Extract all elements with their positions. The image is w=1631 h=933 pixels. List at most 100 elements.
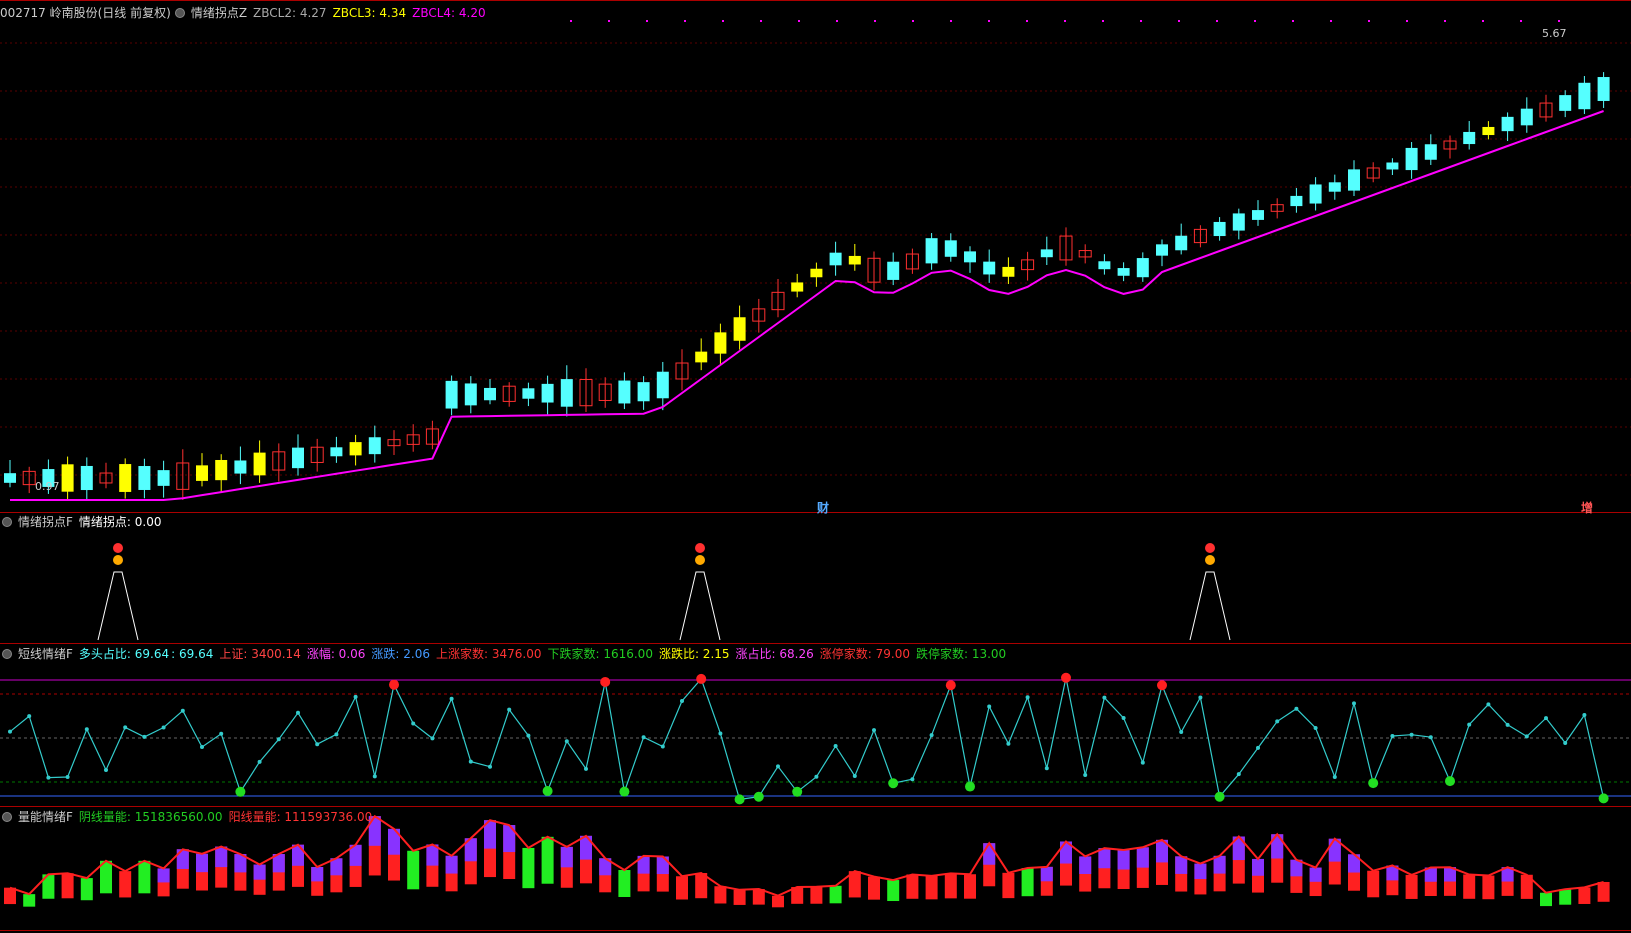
volume-bar-top	[656, 856, 669, 875]
candle-body	[714, 332, 727, 354]
candle-body	[1252, 210, 1264, 220]
candle-body	[349, 442, 362, 456]
osc-point	[46, 775, 51, 780]
osc-point	[1313, 726, 1318, 731]
osc-point	[219, 731, 224, 736]
settings-dot-icon[interactable]	[174, 8, 185, 18]
settings-dot-icon[interactable]	[2, 812, 12, 822]
volume-bar-top	[1271, 834, 1284, 859]
up-count-value: 上涨家数: 3476.00	[435, 647, 542, 661]
osc-point	[84, 727, 89, 732]
volume-bar	[1540, 892, 1552, 907]
volume-bar	[906, 874, 919, 899]
top-dot	[1444, 20, 1446, 22]
candle-body	[1117, 268, 1130, 276]
osc-point	[680, 699, 684, 704]
volume-bar-top	[253, 864, 266, 880]
candle-body	[695, 351, 708, 363]
candle-body	[887, 261, 900, 280]
top-dot	[1026, 20, 1028, 22]
increase-marker[interactable]: 增	[1581, 499, 1593, 516]
panel4-name[interactable]: 量能情绪F	[18, 810, 73, 824]
osc-point	[1467, 722, 1472, 727]
money-bag-icon	[695, 555, 705, 565]
volume-bar-top	[1098, 848, 1111, 869]
osc-point	[142, 734, 147, 739]
osc-low-marker	[792, 786, 803, 797]
candle-body	[234, 460, 247, 474]
osc-point	[833, 744, 838, 749]
volume-bar-top	[1194, 863, 1207, 880]
stock-title[interactable]: 002717 岭南股份(日线 前复权)	[0, 6, 171, 20]
indicator-name[interactable]: 情绪拐点Z	[191, 6, 247, 20]
peak-1	[97, 571, 139, 641]
osc-point	[526, 733, 531, 738]
volume-bar	[541, 836, 554, 884]
candle-body	[1501, 116, 1514, 132]
candle-body	[618, 380, 631, 404]
volume-bar	[61, 873, 74, 899]
osc-point	[852, 773, 857, 778]
osc-point	[1409, 732, 1414, 737]
panel3-header: 短线情绪F 多头占比: 69.64: 69.64 上证: 3400.14 涨幅: 0.…	[0, 645, 1012, 663]
volume-bar-top	[196, 853, 208, 873]
volume-bar	[944, 873, 957, 899]
candle-body	[1098, 261, 1111, 270]
top-dot	[1558, 20, 1560, 22]
volume-bar-top	[292, 844, 304, 866]
osc-high-marker	[696, 673, 707, 684]
high-price-label: 5.67	[1542, 27, 1567, 40]
candle-body	[484, 387, 496, 401]
volume-bar-top	[445, 855, 458, 874]
osc-high-marker	[600, 676, 611, 687]
candle-body	[733, 317, 746, 341]
osc-point	[1524, 734, 1529, 739]
osc-point	[929, 733, 934, 738]
volume-bar-top	[215, 846, 228, 868]
settings-dot-icon[interactable]	[2, 649, 12, 659]
osc-point	[1486, 702, 1491, 707]
down-count-value: 下跌家数: 1616.00	[547, 647, 653, 661]
zhangfu-value: 涨幅: 0.06	[306, 647, 366, 661]
osc-point	[353, 694, 358, 699]
volume-bar	[964, 874, 976, 899]
candle-body	[560, 379, 573, 407]
volume-bar-top	[311, 866, 324, 882]
osc-point	[65, 775, 70, 780]
candle-body	[1386, 162, 1399, 170]
candle-body	[1328, 182, 1341, 192]
volume-bar	[618, 870, 631, 898]
candle-body	[1482, 126, 1495, 136]
osc-point	[430, 736, 435, 741]
yang-volume-value: 阳线量能: 111593736.00	[228, 810, 373, 824]
osc-point	[276, 737, 281, 742]
panel4-header: 量能情绪F 阴线量能: 151836560.00 阳线量能: 111593736.0…	[0, 808, 378, 826]
osc-point	[564, 739, 569, 744]
volume-bar	[733, 889, 746, 905]
osc-point	[1563, 740, 1568, 745]
volume-bar-top	[1175, 856, 1188, 874]
candle-body	[810, 268, 823, 278]
panel3-name[interactable]: 短线情绪F	[18, 647, 73, 661]
panel2-name[interactable]: 情绪拐点F	[18, 515, 73, 529]
finance-marker[interactable]: 财	[817, 499, 829, 516]
candle-body	[925, 238, 938, 264]
osc-point	[1294, 706, 1299, 711]
candle-body	[1405, 147, 1418, 171]
candle-body	[215, 459, 228, 481]
chart-canvas[interactable]	[0, 0, 1631, 933]
volume-bar-top	[1136, 847, 1149, 868]
volume-bar	[1405, 874, 1418, 899]
candle-body	[791, 282, 804, 292]
volume-bar-top	[1117, 850, 1130, 870]
candle-body	[944, 240, 957, 257]
candle-body	[1559, 95, 1572, 111]
settings-dot-icon[interactable]	[2, 517, 12, 527]
candle-body	[1348, 169, 1360, 191]
candle-body	[964, 251, 976, 263]
volume-bar	[522, 847, 535, 889]
candle-body	[1597, 77, 1610, 101]
duotou-value: 多头占比: 69.64	[78, 647, 170, 661]
osc-point	[161, 725, 166, 730]
volume-bar	[887, 880, 900, 902]
